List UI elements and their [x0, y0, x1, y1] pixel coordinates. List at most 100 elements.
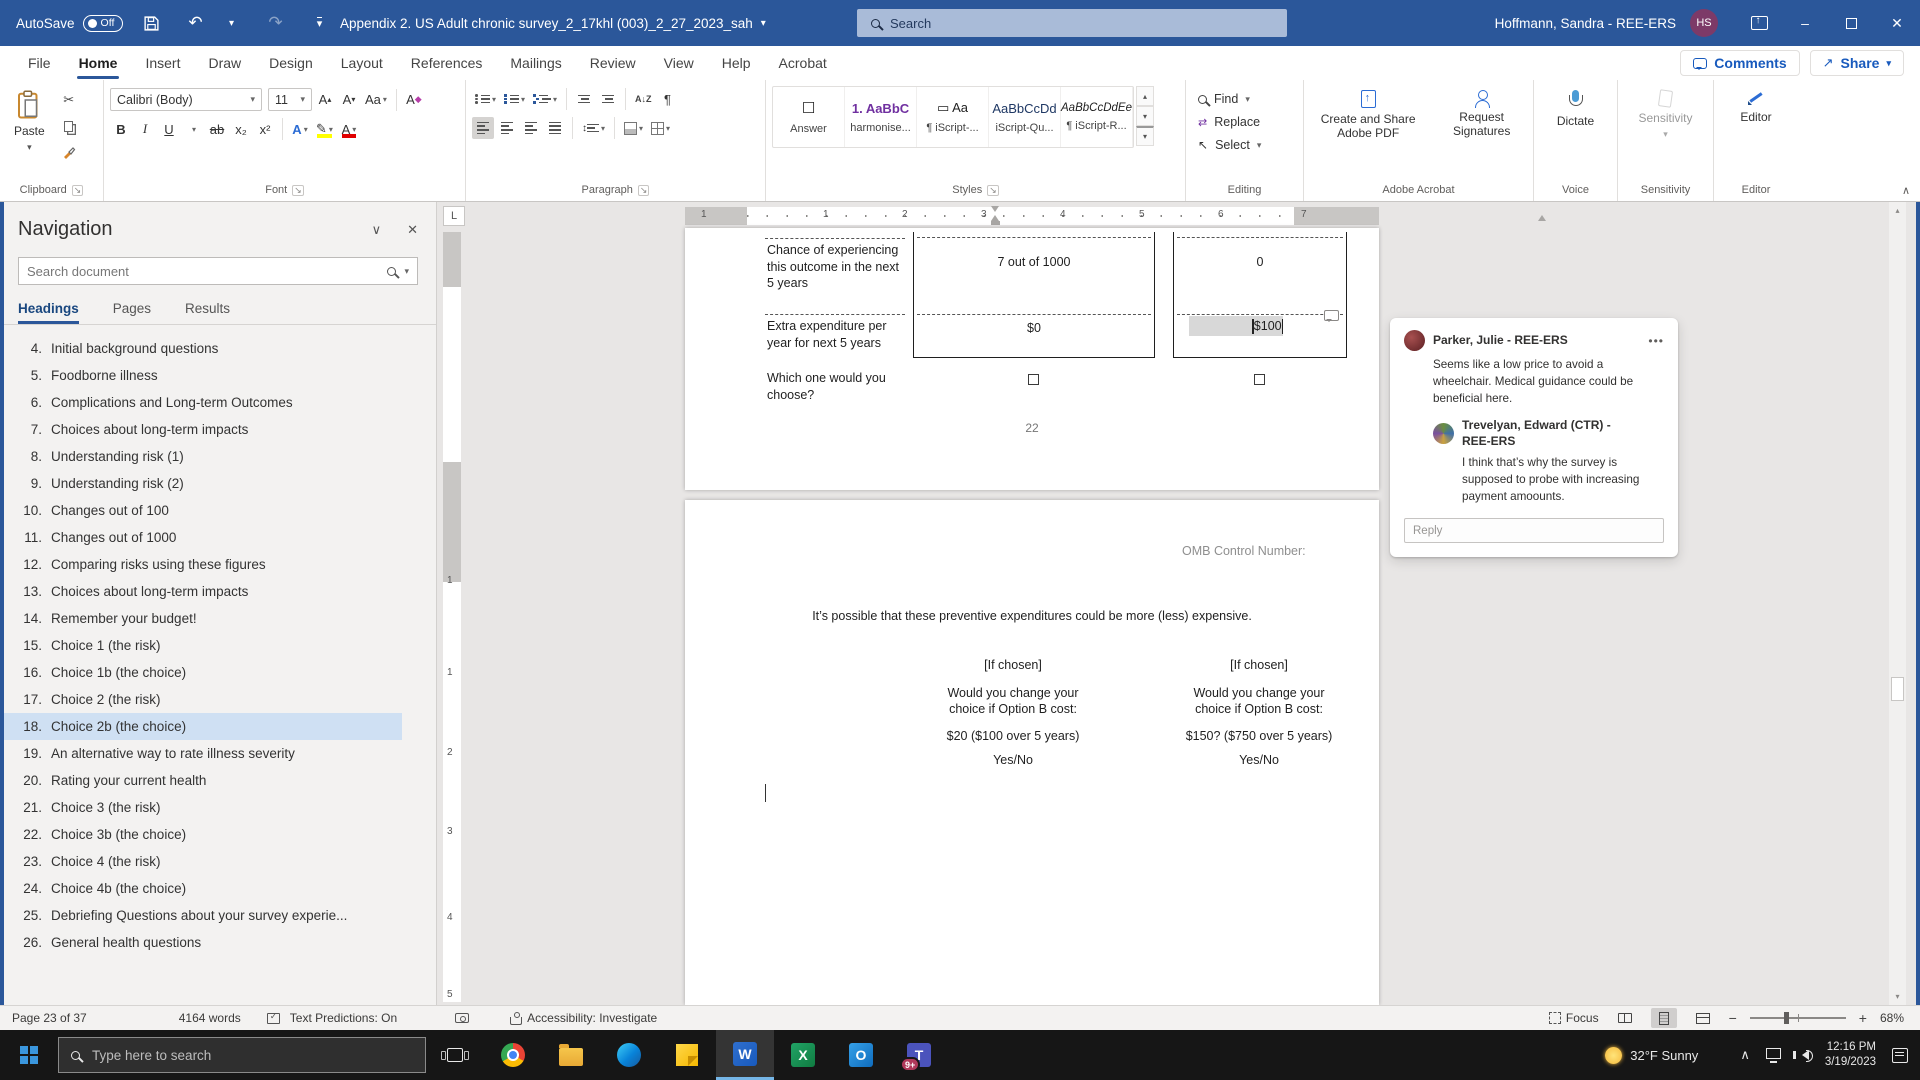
page-indicator[interactable]: Page 23 of 37: [12, 1011, 87, 1025]
nav-heading-item[interactable]: 19. An alternative way to rate illness s…: [0, 740, 402, 767]
taskbar-search-input[interactable]: [92, 1048, 372, 1063]
option-b-checkbox[interactable]: [1254, 374, 1265, 385]
nav-heading-item[interactable]: 11. Changes out of 1000: [0, 524, 402, 551]
select-button[interactable]: ↖Select▾: [1198, 138, 1261, 152]
text-predictions[interactable]: Text Predictions: On: [290, 1011, 397, 1025]
text-effects-button[interactable]: A▾: [289, 118, 311, 140]
nav-heading-item[interactable]: 10. Changes out of 100: [0, 497, 402, 524]
speaker-icon[interactable]: [1797, 1050, 1809, 1060]
font-family-select[interactable]: Calibri (Body)▾: [110, 88, 262, 111]
style-item[interactable]: ☐ Answer: [773, 87, 845, 147]
title-dropdown-icon[interactable]: ▾: [761, 18, 766, 29]
clock[interactable]: 12:16 PM 3/19/2023: [1825, 1040, 1876, 1070]
font-color-button[interactable]: A▾: [338, 118, 360, 140]
maximize-button[interactable]: [1828, 0, 1874, 46]
avatar[interactable]: HS: [1690, 9, 1718, 37]
first-line-indent-marker[interactable]: [991, 206, 999, 212]
document-page-22[interactable]: Chance of experiencing this outcome in t…: [685, 228, 1379, 490]
zoom-slider[interactable]: [1750, 1017, 1846, 1019]
style-item[interactable]: AaBbCcDdEe ¶ iScript-R...: [1061, 87, 1133, 147]
collapse-ribbon-icon[interactable]: ∧: [1902, 184, 1910, 197]
style-item[interactable]: 1. AaBbC harmonise...: [845, 87, 917, 147]
option-a-checkbox[interactable]: [1028, 374, 1039, 385]
vertical-ruler[interactable]: 1 1 2 3 4 5: [443, 232, 461, 1002]
weather-widget[interactable]: 32°F Sunny: [1605, 1047, 1698, 1064]
voice-group-label[interactable]: Voice: [1540, 179, 1611, 201]
save-icon[interactable]: [137, 8, 167, 38]
minimize-button[interactable]: –: [1782, 0, 1828, 46]
scrollbar-thumb[interactable]: [1891, 677, 1904, 701]
titlebar-search[interactable]: [857, 9, 1287, 37]
font-size-select[interactable]: 11▾: [268, 88, 312, 111]
document-title[interactable]: Appendix 2. US Adult chronic survey_2_17…: [340, 0, 766, 46]
navigation-search[interactable]: ▾: [18, 257, 418, 285]
navigation-close-icon[interactable]: ✕: [407, 222, 418, 238]
editor-button[interactable]: Editor: [1732, 84, 1779, 130]
align-right-button[interactable]: [520, 117, 542, 139]
customize-quick-access-icon[interactable]: ▾: [305, 8, 335, 38]
ribbon-display-options-icon[interactable]: [1736, 0, 1782, 46]
comment-anchor-icon[interactable]: [1324, 310, 1339, 321]
nav-heading-item[interactable]: 18. Choice 2b (the choice): [0, 713, 402, 740]
nav-heading-item[interactable]: 14. Remember your budget!: [0, 605, 402, 632]
comment-menu-icon[interactable]: •••: [1648, 334, 1664, 348]
style-item[interactable]: AaBbCcDd iScript-Qu...: [989, 87, 1061, 147]
nav-heading-item[interactable]: 8. Understanding risk (1): [0, 443, 402, 470]
comments-button[interactable]: Comments: [1680, 50, 1799, 76]
nav-heading-item[interactable]: 4. Initial background questions: [0, 335, 402, 362]
decrease-indent-icon[interactable]: [573, 88, 595, 110]
replace-button[interactable]: ⇄Replace: [1198, 115, 1261, 129]
reply-input[interactable]: [1404, 518, 1664, 543]
close-button[interactable]: ✕: [1874, 0, 1920, 46]
word-icon[interactable]: W: [716, 1030, 774, 1080]
nav-heading-item[interactable]: 6. Complications and Long-term Outcomes: [0, 389, 402, 416]
ribbon-tab[interactable]: Review: [576, 46, 650, 80]
nav-heading-item[interactable]: 13. Choices about long-term impacts: [0, 578, 402, 605]
subscript-button[interactable]: x₂: [230, 118, 252, 140]
align-center-button[interactable]: [496, 117, 518, 139]
shading-icon[interactable]: ▾: [621, 117, 646, 139]
nav-heading-item[interactable]: 25. Debriefing Questions about your surv…: [0, 902, 402, 929]
font-dialog-launcher-icon[interactable]: ↘: [292, 185, 304, 196]
navigation-tab[interactable]: Results: [185, 301, 230, 324]
nav-heading-item[interactable]: 15. Choice 1 (the risk): [0, 632, 402, 659]
edge-icon[interactable]: [600, 1030, 658, 1080]
font-group-label[interactable]: Font↘: [110, 179, 459, 201]
dictate-button[interactable]: Dictate: [1549, 84, 1602, 134]
ribbon-tab[interactable]: Design: [255, 46, 327, 80]
multilevel-list-icon[interactable]: ▾: [530, 88, 560, 110]
paste-dropdown-icon[interactable]: ▾: [27, 142, 32, 153]
shrink-font-button[interactable]: A▾: [338, 89, 360, 111]
share-button[interactable]: ↗ Share ▾: [1810, 50, 1904, 76]
search-input[interactable]: [890, 16, 1230, 31]
sticky-notes-icon[interactable]: [658, 1030, 716, 1080]
action-center-icon[interactable]: [1892, 1048, 1908, 1063]
file-explorer-icon[interactable]: [542, 1030, 600, 1080]
focus-button[interactable]: Focus: [1549, 1011, 1599, 1025]
selected-text-highlight[interactable]: $100: [1189, 316, 1283, 336]
line-spacing-icon[interactable]: ↕▾: [579, 117, 608, 139]
increase-indent-icon[interactable]: [597, 88, 619, 110]
nav-heading-item[interactable]: 7. Choices about long-term impacts: [0, 416, 402, 443]
document-page-23[interactable]: OMB Control Number: It’s possible that t…: [685, 500, 1379, 1005]
editor-group-label[interactable]: Editor: [1720, 179, 1792, 201]
ribbon-tab[interactable]: Acrobat: [765, 46, 841, 80]
scroll-down-icon[interactable]: ▾: [1889, 988, 1906, 1005]
grow-font-button[interactable]: A▴: [314, 89, 336, 111]
start-button[interactable]: [0, 1030, 58, 1080]
nav-heading-item[interactable]: 9. Understanding risk (2): [0, 470, 402, 497]
strikethrough-button[interactable]: ab: [206, 118, 228, 140]
nav-heading-item[interactable]: 16. Choice 1b (the choice): [0, 659, 402, 686]
tab-selector[interactable]: L: [443, 206, 465, 226]
justify-button[interactable]: [544, 117, 566, 139]
ribbon-tab[interactable]: View: [650, 46, 708, 80]
ribbon-tab[interactable]: Draw: [194, 46, 255, 80]
nav-heading-item[interactable]: 26. General health questions: [0, 929, 402, 956]
ribbon-tab[interactable]: Help: [708, 46, 765, 80]
styles-group-label[interactable]: Styles↘: [772, 179, 1179, 201]
nav-heading-item[interactable]: 12. Comparing risks using these figures: [0, 551, 402, 578]
nav-heading-item[interactable]: 21. Choice 3 (the risk): [0, 794, 402, 821]
acrobat-group-label[interactable]: Adobe Acrobat: [1310, 179, 1527, 201]
editing-group-label[interactable]: Editing: [1192, 179, 1297, 201]
underline-button[interactable]: U: [158, 118, 180, 140]
